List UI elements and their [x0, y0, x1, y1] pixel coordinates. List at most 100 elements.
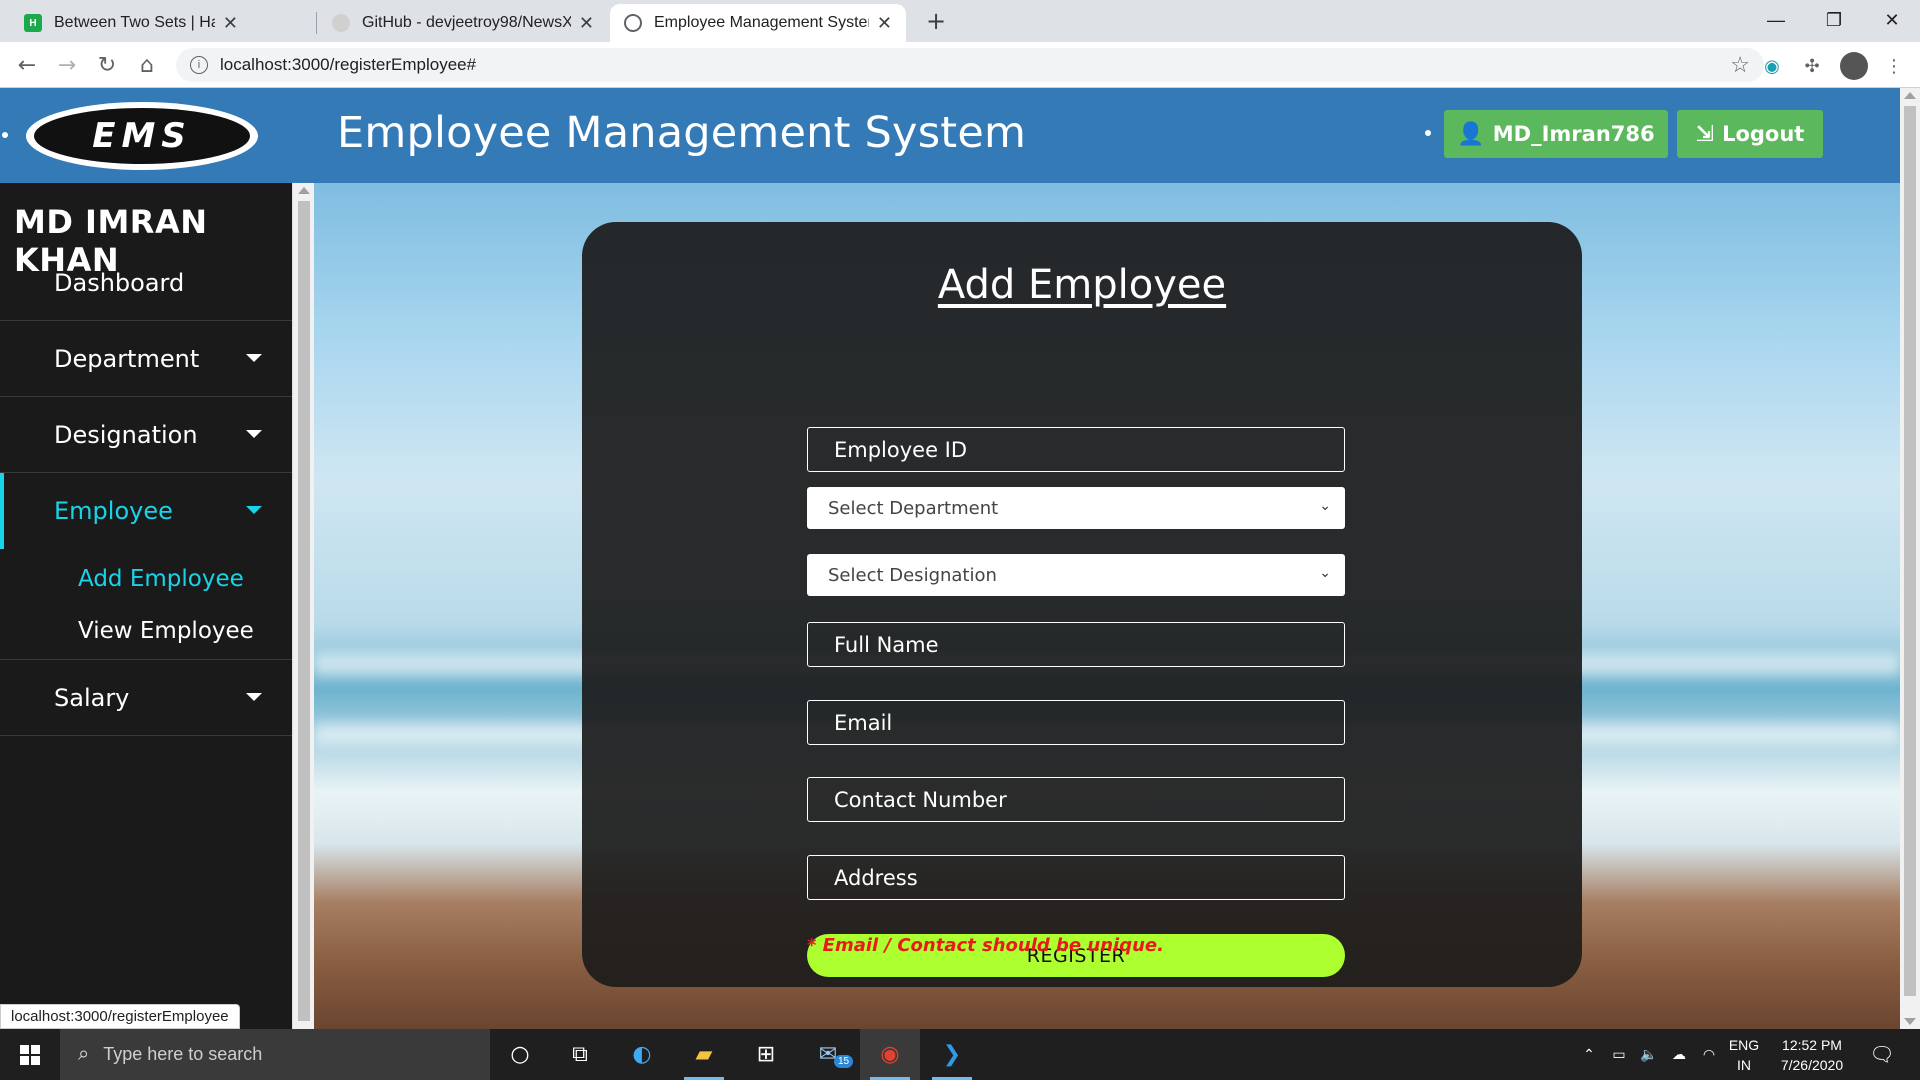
tab-title: Between Two Sets | HackerRank	[54, 14, 215, 31]
sidebar-subitem-add-employee[interactable]: Add Employee	[78, 566, 244, 592]
url-text: localhost:3000/registerEmployee#	[220, 55, 477, 74]
task-view-icon[interactable]: ⧉	[550, 1029, 610, 1080]
clock-date: 7/26/2020	[1780, 1057, 1844, 1073]
scrollbar-thumb[interactable]	[298, 201, 310, 1021]
status-bar-url: localhost:3000/registerEmployee	[0, 1004, 240, 1029]
tab-employee-management[interactable]: Employee Management System ✕	[610, 4, 906, 42]
chevron-down-icon: ⌄	[1319, 498, 1331, 514]
sidebar-item-label: Dashboard	[54, 268, 185, 297]
reload-icon[interactable]: ↻	[92, 50, 122, 80]
windows-taskbar: ⌕ Type here to search ○ ⧉ ◐ ▰ ⊞ ✉ 15 ◉ ❯ …	[0, 1029, 1920, 1080]
sidebar-item-designation[interactable]: Designation	[0, 397, 292, 473]
chevron-down-icon: ⌄	[1319, 565, 1331, 581]
email-input[interactable]: Email	[807, 700, 1345, 745]
wifi-icon[interactable]: ◠	[1694, 1029, 1724, 1080]
contact-number-input[interactable]: Contact Number	[807, 777, 1345, 822]
user-button-label: MD_Imran786	[1492, 122, 1655, 146]
close-tab-icon[interactable]: ✕	[877, 13, 892, 34]
windows-logo-icon	[20, 1044, 40, 1065]
scroll-down-arrow-icon[interactable]	[1904, 1018, 1916, 1025]
profile-avatar[interactable]	[1840, 52, 1868, 80]
hackerrank-favicon-icon: H	[24, 14, 42, 32]
new-tab-button[interactable]: +	[921, 6, 951, 36]
taskbar-search[interactable]: ⌕ Type here to search	[60, 1029, 490, 1080]
site-title: Employee Management System	[337, 108, 1027, 158]
logout-button-label: Logout	[1722, 122, 1805, 146]
designation-select[interactable]: Select Designation ⌄	[807, 554, 1345, 596]
page-viewport: EMS Employee Management System 👤 MD_Imra…	[0, 88, 1920, 1029]
chrome-icon[interactable]: ◉	[860, 1029, 920, 1080]
menu-dots-icon[interactable]: ⋮	[1882, 54, 1906, 78]
department-select-value: Select Department	[828, 497, 999, 519]
close-tab-icon[interactable]: ✕	[223, 13, 238, 34]
employee-id-input[interactable]: Employee ID	[807, 427, 1345, 472]
address-bar[interactable]: i localhost:3000/registerEmployee# ☆	[176, 48, 1764, 82]
minimize-button[interactable]: —	[1748, 0, 1804, 40]
github-favicon-icon	[332, 14, 350, 32]
close-tab-icon[interactable]: ✕	[579, 13, 594, 34]
sidebar-item-employee[interactable]: Employee	[0, 473, 292, 549]
taskbar-clock[interactable]: 12:52 PM 7/26/2020	[1762, 1035, 1862, 1075]
tab-hackerrank[interactable]: H Between Two Sets | HackerRank ✕	[10, 4, 252, 42]
sidebar: MD IMRAN KHAN Dashboard Department Desig…	[0, 183, 292, 1029]
logo-text: EMS	[34, 108, 250, 164]
vscode-icon[interactable]: ❯	[922, 1029, 982, 1080]
bookmark-star-icon[interactable]: ☆	[1730, 52, 1750, 78]
full-name-input[interactable]: Full Name	[807, 622, 1345, 667]
mail-icon[interactable]: ✉ 15	[798, 1029, 858, 1080]
designation-select-value: Select Designation	[828, 564, 997, 586]
user-profile-button[interactable]: 👤 MD_Imran786	[1444, 110, 1668, 158]
logout-icon: ⇲	[1695, 121, 1715, 147]
scroll-up-arrow-icon[interactable]	[1904, 92, 1916, 99]
tab-github[interactable]: GitHub - devjeetroy98/NewsX: Th ✕	[318, 4, 608, 42]
caret-down-icon	[246, 430, 262, 438]
address-input[interactable]: Address	[807, 855, 1345, 900]
sidebar-item-label: Employee	[54, 497, 173, 525]
home-icon[interactable]: ⌂	[132, 50, 162, 80]
cortana-icon[interactable]: ○	[490, 1029, 550, 1080]
notification-icon[interactable]: 🗨	[1862, 1029, 1902, 1080]
close-window-button[interactable]: ✕	[1864, 0, 1920, 40]
sidebar-item-dashboard[interactable]: Dashboard	[0, 245, 292, 321]
volume-icon[interactable]: 🔈	[1634, 1029, 1664, 1080]
sidebar-item-label: Salary	[54, 683, 130, 712]
department-select[interactable]: Select Department ⌄	[807, 487, 1345, 529]
user-icon: 👤	[1457, 121, 1485, 147]
edge-browser-icon[interactable]: ◐	[612, 1029, 672, 1080]
scroll-up-arrow-icon[interactable]	[298, 187, 310, 194]
tab-divider	[316, 12, 317, 34]
globe-icon	[624, 14, 642, 32]
forward-arrow-icon[interactable]: →	[52, 50, 82, 80]
extension-icon[interactable]: ◉	[1760, 54, 1784, 78]
chevron-up-icon[interactable]: ⌃	[1576, 1029, 1602, 1080]
sidebar-item-salary[interactable]: Salary	[0, 660, 292, 736]
add-employee-form: Add Employee Employee ID Select Departme…	[582, 222, 1582, 987]
sidebar-item-label: Department	[54, 344, 200, 373]
puzzle-extensions-icon[interactable]: ✣	[1800, 54, 1824, 78]
page-scrollbar[interactable]	[1900, 88, 1920, 1029]
sidebar-subitem-view-employee[interactable]: View Employee	[78, 618, 254, 644]
site-info-icon[interactable]: i	[190, 56, 208, 74]
browser-tab-strip: H Between Two Sets | HackerRank ✕ GitHub…	[0, 0, 1920, 42]
bullet-dot	[2, 132, 8, 138]
ems-logo[interactable]: EMS	[26, 102, 258, 170]
tab-title: Employee Management System	[654, 14, 869, 31]
site-header: EMS Employee Management System 👤 MD_Imra…	[0, 88, 1900, 183]
bullet-dot	[1425, 130, 1431, 136]
back-arrow-icon[interactable]: ←	[12, 50, 42, 80]
language-indicator[interactable]: ENG IN	[1724, 1035, 1764, 1075]
restore-button[interactable]: ❐	[1806, 0, 1862, 40]
onedrive-cloud-icon[interactable]: ☁	[1664, 1029, 1694, 1080]
sidebar-scrollbar[interactable]	[292, 183, 314, 1029]
tab-title: GitHub - devjeetroy98/NewsX: Th	[362, 14, 571, 31]
scrollbar-thumb[interactable]	[1904, 106, 1916, 996]
logout-button[interactable]: ⇲ Logout	[1677, 110, 1823, 158]
sidebar-item-department[interactable]: Department	[0, 321, 292, 397]
mail-badge: 15	[834, 1055, 854, 1068]
form-title: Add Employee	[937, 262, 1227, 308]
store-icon[interactable]: ⊞	[736, 1029, 796, 1080]
file-explorer-icon[interactable]: ▰	[674, 1029, 734, 1080]
battery-icon[interactable]: ▭	[1604, 1029, 1634, 1080]
start-button[interactable]	[0, 1029, 60, 1080]
unique-note: * Email / Contact should be unique.	[807, 935, 1164, 956]
